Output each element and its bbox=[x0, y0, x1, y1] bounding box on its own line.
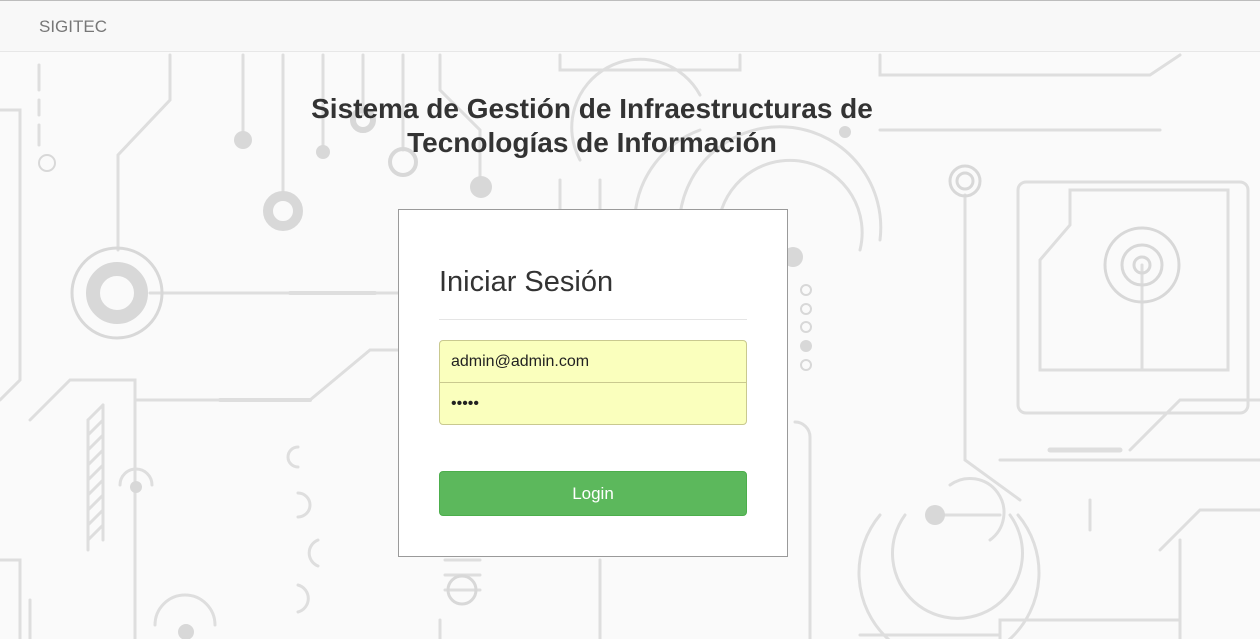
login-button[interactable]: Login bbox=[439, 471, 747, 516]
email-field[interactable] bbox=[439, 340, 747, 383]
divider bbox=[439, 319, 747, 320]
login-heading: Iniciar Sesión bbox=[439, 266, 614, 298]
top-navbar: SIGITEC bbox=[0, 0, 1260, 52]
brand-link[interactable]: SIGITEC bbox=[39, 17, 107, 37]
login-panel: Iniciar Sesión Login bbox=[398, 209, 788, 557]
page-title-line2: Tecnologías de Información bbox=[407, 127, 777, 158]
page-title-line1: Sistema de Gestión de Infraestructuras d… bbox=[311, 93, 873, 124]
page-title: Sistema de Gestión de Infraestructuras d… bbox=[242, 92, 942, 160]
password-field[interactable] bbox=[439, 382, 747, 425]
